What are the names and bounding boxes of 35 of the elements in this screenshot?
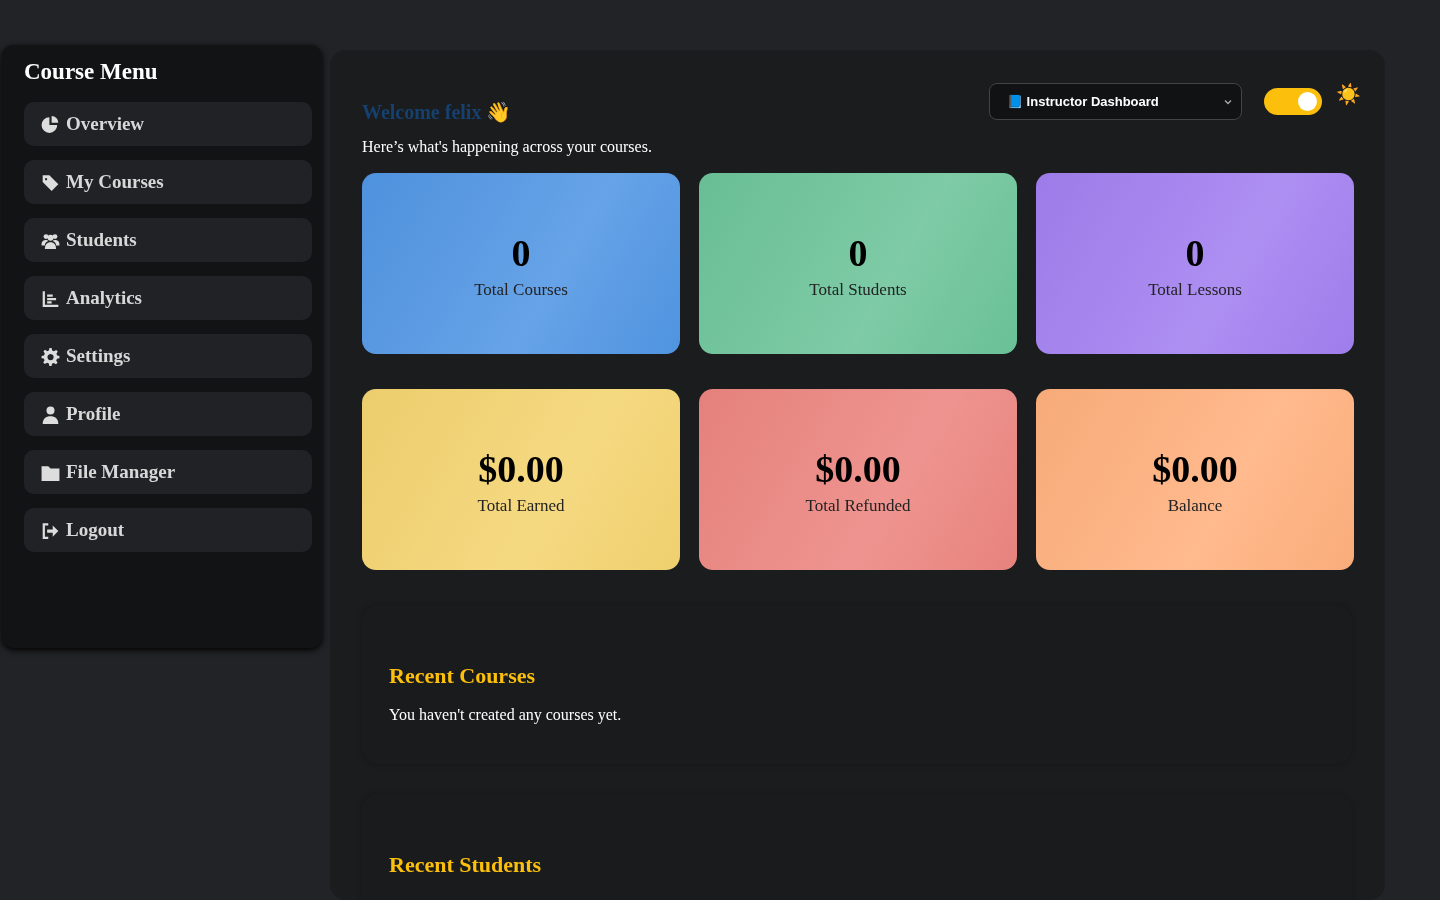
sidebar-item[interactable]: Settings [24,334,312,378]
tag-icon [40,172,61,192]
stat-label: Balance [1167,496,1223,517]
stat-label: Total Refunded [805,496,911,517]
stat-value: 0 [1185,232,1205,275]
stat-value: $0.00 [815,448,901,491]
stat-value: $0.00 [478,448,564,491]
stat-value: 0 [511,232,531,275]
stat-label: Total Students [809,280,907,301]
sidebar-item[interactable]: My Courses [24,160,312,204]
sidebar-item[interactable]: Analytics [24,276,312,320]
sidebar-item[interactable]: Students [24,218,312,262]
person-icon [40,404,61,424]
sidebar-item[interactable]: Profile [24,392,312,436]
stat-label: Total Courses [474,280,568,301]
stat-value: 0 [848,232,868,275]
pie-chart-icon [40,114,61,134]
sidebar-item[interactable]: File Manager [24,450,312,494]
section-title: Recent Courses [389,663,536,689]
stat-value: $0.00 [1152,448,1238,491]
sidebar-item[interactable]: Logout [24,508,312,552]
section-title: Recent Students [389,852,542,878]
exit-icon [40,520,61,540]
bar-chart-icon [40,288,61,308]
empty-message: You haven't created any courses yet. [389,706,623,724]
subtitle: Here’s what's happening across your courses. [362,138,652,156]
gear-icon [40,346,61,366]
sidebar-item[interactable]: Overview [24,102,312,146]
dashboard-select[interactable]: 📘 Instructor Dashboard [989,83,1242,120]
theme-toggle[interactable] [1264,88,1322,115]
stat-label: Total Lessons [1148,280,1242,301]
sun-icon: ☀ [1336,81,1361,106]
sidebar-title: Course Menu [24,59,158,85]
stat-label: Total Earned [477,496,565,517]
welcome-heading: Welcome felix 👋 [362,100,512,124]
